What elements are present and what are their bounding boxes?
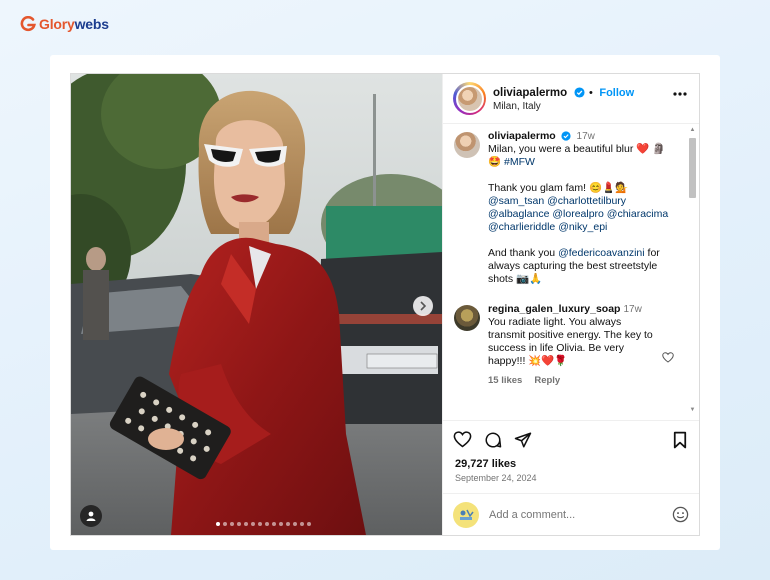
profile-avatar[interactable] [453, 82, 486, 115]
comments-section[interactable]: ▲ ▼ oliviapalermo 17w Milan, you were a … [443, 124, 699, 420]
caption-line: Milan, you were a beautiful blur ❤️ 🗿 [488, 143, 666, 155]
comment-text: You radiate light. You always transmit p… [488, 316, 653, 367]
carousel-dot [216, 522, 220, 526]
carousel-dot [307, 522, 311, 526]
chevron-right-icon [420, 301, 427, 311]
carousel-dot [251, 522, 255, 526]
reply-button[interactable]: Reply [534, 374, 560, 387]
post-header: oliviapalermo • Follow Milan, Italy [443, 74, 699, 124]
mention-link[interactable]: @federicoavanzini [558, 247, 645, 259]
carousel-indicator [216, 522, 311, 526]
tagged-users-button[interactable] [80, 505, 102, 527]
emoji-icon[interactable] [672, 506, 689, 523]
commenter-avatar[interactable] [454, 305, 480, 331]
instagram-post: oliviapalermo • Follow Milan, Italy ▲ ▼ [70, 73, 700, 536]
separator-dot: • [589, 86, 593, 99]
mention-links[interactable]: @albaglance @lorealpro @chiaracima [488, 208, 684, 221]
location-link[interactable]: Milan, Italy [493, 100, 634, 113]
caption-entry: oliviapalermo 17w Milan, you were a beau… [454, 130, 685, 286]
carousel-dot [258, 522, 262, 526]
caption-emoji: 🤩 [488, 156, 502, 168]
content-card: oliviapalermo • Follow Milan, Italy ▲ ▼ [50, 55, 720, 550]
mention-links[interactable]: @charlieriddle @niky_epi [488, 221, 684, 234]
carousel-dot [230, 522, 234, 526]
comment-time: 17w [623, 304, 642, 315]
add-comment-bar [443, 493, 699, 535]
user-avatar-icon [460, 509, 474, 520]
comments-scrollbar[interactable]: ▲ ▼ [688, 126, 697, 414]
streetstyle-photo [71, 74, 442, 535]
more-options-icon[interactable] [673, 92, 687, 96]
comment-entry: regina_galen_luxury_soap 17w You radiate … [454, 303, 685, 387]
verified-badge-icon [574, 86, 585, 98]
caption-time: 17w [576, 131, 595, 142]
bookmark-icon[interactable] [673, 431, 687, 449]
brand-logo: Glorywebs [20, 16, 109, 32]
caption-text: for [644, 247, 660, 259]
comment-likes[interactable]: 15 likes [488, 374, 522, 387]
carousel-dot [279, 522, 283, 526]
brand-name: Glorywebs [39, 16, 109, 32]
caption-text: And thank you [488, 247, 559, 259]
carousel-dot [265, 522, 269, 526]
carousel-next-button[interactable] [413, 296, 433, 316]
caption-avatar[interactable] [454, 132, 480, 158]
carousel-dot [223, 522, 227, 526]
caption-line: Thank you glam fam! 😊💄💁 [488, 182, 629, 194]
like-heart-icon[interactable] [453, 431, 472, 448]
post-side-panel: oliviapalermo • Follow Milan, Italy ▲ ▼ [442, 74, 699, 535]
caption-username[interactable]: oliviapalermo [488, 130, 556, 142]
carousel-dot [293, 522, 297, 526]
comment-icon[interactable] [484, 431, 502, 449]
comment-like-icon[interactable] [662, 352, 674, 363]
carousel-dot [286, 522, 290, 526]
carousel-dot [244, 522, 248, 526]
commenter-username[interactable]: regina_galen_luxury_soap [488, 303, 620, 315]
header-username[interactable]: oliviapalermo [493, 87, 567, 99]
verified-badge-icon [561, 131, 571, 141]
share-icon[interactable] [514, 431, 532, 449]
carousel-dot [272, 522, 276, 526]
post-date: September 24, 2024 [455, 473, 537, 483]
caption-line: shots 📷🙏 [488, 273, 543, 285]
user-icon [86, 511, 96, 521]
post-actions [443, 420, 699, 458]
carousel-dot [237, 522, 241, 526]
current-user-avatar [453, 501, 479, 528]
mention-links[interactable]: @sam_tsan @charlottetilbury [488, 195, 684, 208]
follow-button[interactable]: Follow [599, 87, 634, 99]
carousel-dot [300, 522, 304, 526]
hashtag-link[interactable]: #MFW [504, 156, 535, 168]
add-comment-input[interactable] [489, 508, 662, 521]
post-photo [71, 74, 442, 535]
caption-line: always capturing the best streetstyle [488, 260, 658, 272]
likes-count[interactable]: 29,727 likes [443, 458, 699, 470]
gw-mark-icon [20, 16, 36, 32]
